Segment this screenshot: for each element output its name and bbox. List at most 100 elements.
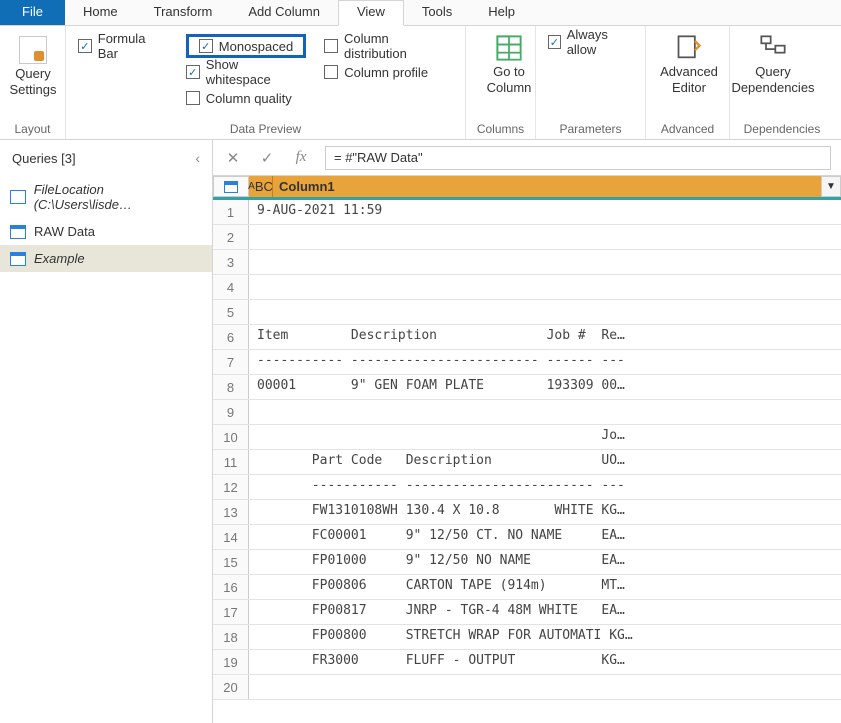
- cell[interactable]: FP01000 9" 12/50 NO NAME EA…: [249, 550, 841, 574]
- query-item-filelocation[interactable]: FileLocation (C:\Users\lisde…: [0, 176, 212, 218]
- table-row[interactable]: 9: [213, 400, 841, 425]
- fx-icon[interactable]: fx: [291, 148, 311, 168]
- tab-home[interactable]: Home: [65, 0, 136, 25]
- checkbox-column-profile[interactable]: Column profile: [324, 60, 453, 84]
- cell[interactable]: [249, 400, 841, 424]
- table-row[interactable]: 12 ----------- ------------------------ …: [213, 475, 841, 500]
- group-layout: Layout: [8, 119, 57, 139]
- row-number: 1: [213, 200, 249, 224]
- dependencies-icon: [759, 34, 787, 62]
- group-data-preview: Data Preview: [74, 119, 457, 139]
- cell[interactable]: 9-AUG-2021 11:59: [249, 200, 841, 224]
- table-row[interactable]: 13 FW1310108WH 130.4 X 10.8 WHITE KG…: [213, 500, 841, 525]
- grid-icon: [495, 34, 523, 62]
- table-row[interactable]: 800001 9" GEN FOAM PLATE 193309 00…: [213, 375, 841, 400]
- table-row[interactable]: 2: [213, 225, 841, 250]
- cell[interactable]: [249, 250, 841, 274]
- formula-input[interactable]: [325, 146, 831, 170]
- checkbox-formula-bar[interactable]: Formula Bar: [78, 34, 168, 58]
- group-parameters: Parameters: [544, 119, 637, 139]
- cell[interactable]: ----------- ------------------------ ---…: [249, 350, 841, 374]
- row-number: 12: [213, 475, 249, 499]
- table-row[interactable]: 6Item Description Job # Re…: [213, 325, 841, 350]
- table-row[interactable]: 4: [213, 275, 841, 300]
- collapse-pane-icon[interactable]: ‹: [195, 150, 200, 166]
- table-row[interactable]: 3: [213, 250, 841, 275]
- row-number: 15: [213, 550, 249, 574]
- cell[interactable]: Jo…: [249, 425, 841, 449]
- queries-title: Queries [3]: [12, 151, 76, 166]
- column-filter-dropdown[interactable]: ▼: [821, 176, 841, 197]
- group-dependencies: Dependencies: [738, 119, 826, 139]
- row-number: 7: [213, 350, 249, 374]
- table-row[interactable]: 10 Jo…: [213, 425, 841, 450]
- checkbox-always-allow[interactable]: Always allow: [544, 30, 637, 54]
- cell[interactable]: ----------- ------------------------ ---: [249, 475, 841, 499]
- group-advanced: Advanced: [654, 119, 721, 139]
- query-dependencies-button[interactable]: Query Dependencies: [738, 30, 808, 99]
- datatype-text-icon[interactable]: ABC: [249, 176, 273, 197]
- table-row[interactable]: 17 FP00817 JNRP - TGR-4 48M WHITE EA…: [213, 600, 841, 625]
- row-number: 17: [213, 600, 249, 624]
- menubar: File Home Transform Add Column View Tool…: [0, 0, 841, 26]
- table-row[interactable]: 11 Part Code Description UO…: [213, 450, 841, 475]
- table-icon: [10, 225, 26, 239]
- settings-icon: [19, 36, 47, 64]
- query-item-rawdata[interactable]: RAW Data: [0, 218, 212, 245]
- row-number: 14: [213, 525, 249, 549]
- cancel-icon[interactable]: ✕: [223, 148, 243, 168]
- cell[interactable]: FP00817 JNRP - TGR-4 48M WHITE EA…: [249, 600, 841, 624]
- advanced-editor-button[interactable]: Advanced Editor: [654, 30, 724, 99]
- table-row[interactable]: 18 FP00800 STRETCH WRAP FOR AUTOMATI KG…: [213, 625, 841, 650]
- row-number: 9: [213, 400, 249, 424]
- checkbox-column-quality[interactable]: Column quality: [186, 86, 306, 110]
- table-icon-corner[interactable]: [213, 176, 249, 197]
- row-number: 18: [213, 625, 249, 649]
- goto-column-button[interactable]: Go to Column: [474, 30, 544, 99]
- checkbox-column-distribution[interactable]: Column distribution: [324, 34, 453, 58]
- data-grid: 19-AUG-2021 11:5923456Item Description J…: [213, 200, 841, 700]
- cell[interactable]: Part Code Description UO…: [249, 450, 841, 474]
- table-row[interactable]: 5: [213, 300, 841, 325]
- table-row[interactable]: 15 FP01000 9" 12/50 NO NAME EA…: [213, 550, 841, 575]
- table-row[interactable]: 14 FC00001 9" 12/50 CT. NO NAME EA…: [213, 525, 841, 550]
- column-header: ABC Column1 ▼: [213, 176, 841, 200]
- tab-view[interactable]: View: [338, 0, 404, 26]
- tab-file[interactable]: File: [0, 0, 65, 25]
- cell[interactable]: FP00806 CARTON TAPE (914m) MT…: [249, 575, 841, 599]
- row-number: 2: [213, 225, 249, 249]
- cell[interactable]: FP00800 STRETCH WRAP FOR AUTOMATI KG…: [249, 625, 841, 649]
- cell[interactable]: 00001 9" GEN FOAM PLATE 193309 00…: [249, 375, 841, 399]
- tab-tools[interactable]: Tools: [404, 0, 470, 25]
- column-name[interactable]: Column1: [273, 176, 821, 197]
- tab-transform[interactable]: Transform: [136, 0, 231, 25]
- table-row[interactable]: 19 FR3000 FLUFF - OUTPUT KG…: [213, 650, 841, 675]
- row-number: 6: [213, 325, 249, 349]
- query-item-example[interactable]: Example: [0, 245, 212, 272]
- row-number: 5: [213, 300, 249, 324]
- cell[interactable]: [249, 675, 841, 699]
- cell[interactable]: FR3000 FLUFF - OUTPUT KG…: [249, 650, 841, 674]
- cell[interactable]: FC00001 9" 12/50 CT. NO NAME EA…: [249, 525, 841, 549]
- cell[interactable]: [249, 275, 841, 299]
- table-row[interactable]: 20: [213, 675, 841, 700]
- tab-addcolumn[interactable]: Add Column: [230, 0, 338, 25]
- row-number: 3: [213, 250, 249, 274]
- query-settings-button[interactable]: Query Settings: [8, 30, 58, 103]
- cell[interactable]: Item Description Job # Re…: [249, 325, 841, 349]
- cell[interactable]: [249, 225, 841, 249]
- row-number: 4: [213, 275, 249, 299]
- row-number: 16: [213, 575, 249, 599]
- table-row[interactable]: 7----------- ------------------------ --…: [213, 350, 841, 375]
- tab-help[interactable]: Help: [470, 0, 533, 25]
- checkbox-monospaced[interactable]: Monospaced: [186, 34, 306, 58]
- table-row[interactable]: 19-AUG-2021 11:59: [213, 200, 841, 225]
- group-columns: Columns: [474, 119, 527, 139]
- confirm-icon[interactable]: ✓: [257, 148, 277, 168]
- row-number: 13: [213, 500, 249, 524]
- table-icon: [10, 252, 26, 266]
- table-row[interactable]: 16 FP00806 CARTON TAPE (914m) MT…: [213, 575, 841, 600]
- cell[interactable]: [249, 300, 841, 324]
- checkbox-show-whitespace[interactable]: Show whitespace: [186, 60, 306, 84]
- cell[interactable]: FW1310108WH 130.4 X 10.8 WHITE KG…: [249, 500, 841, 524]
